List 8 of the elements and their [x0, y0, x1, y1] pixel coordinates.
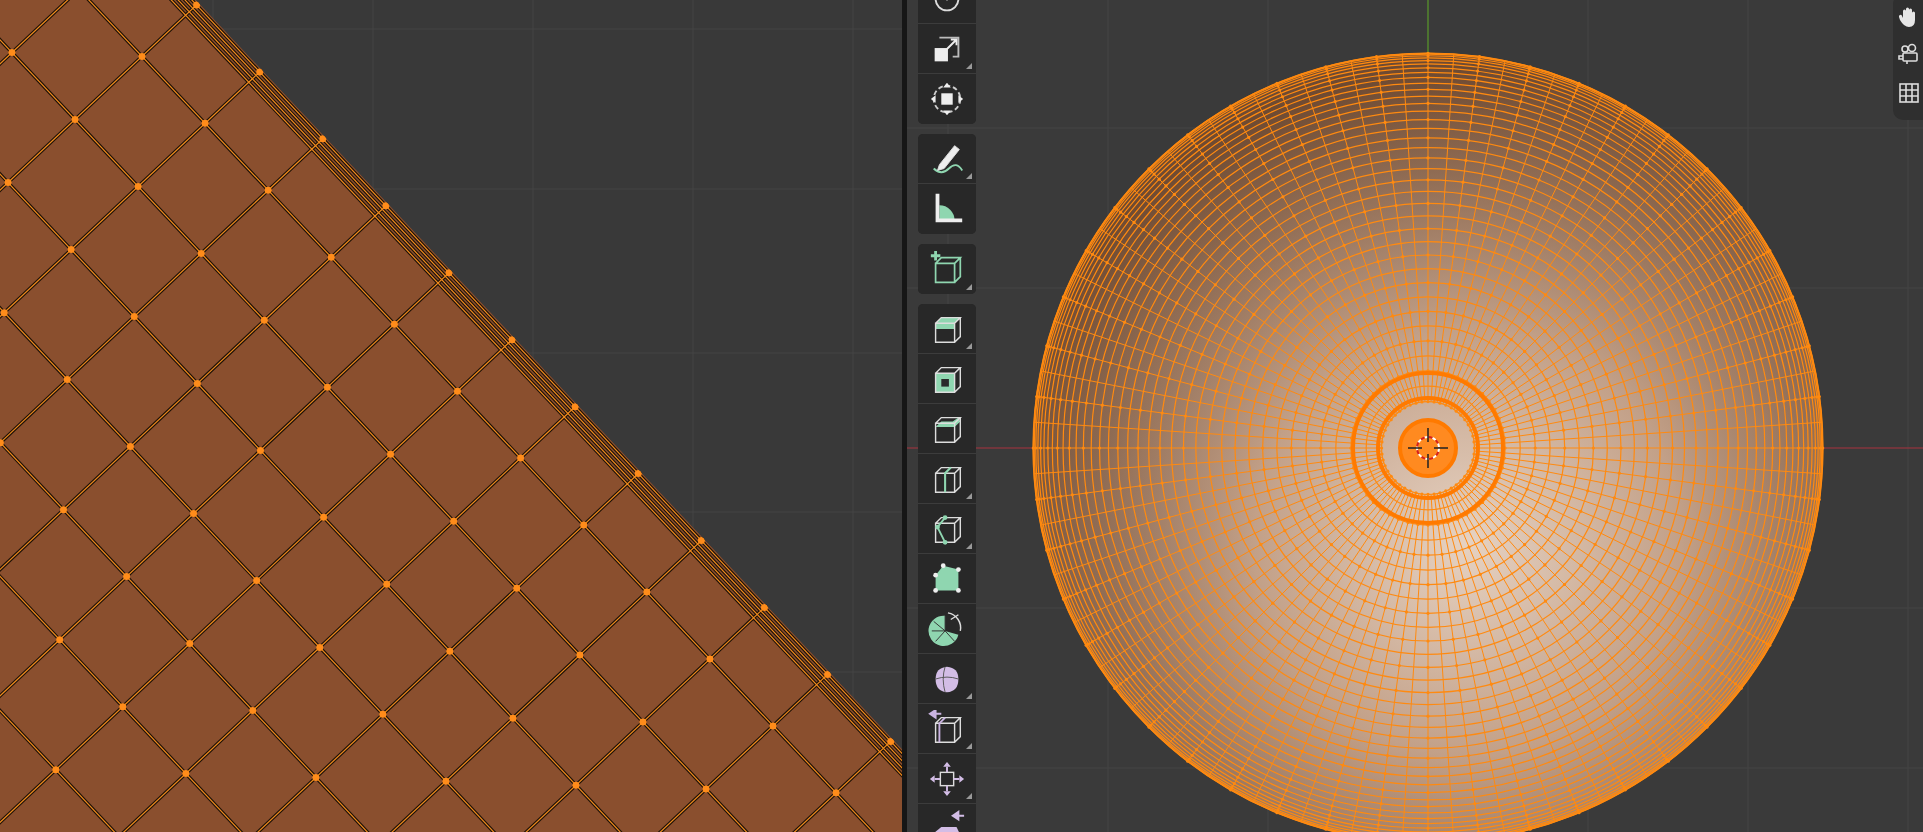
- tool-button[interactable]: [918, 304, 976, 354]
- move-arrows-icon: [928, 80, 966, 118]
- cursor-icon: [1407, 427, 1449, 469]
- tool-button[interactable]: [918, 134, 976, 184]
- y-axis-line: [1427, 0, 1429, 54]
- tool-button[interactable]: [918, 244, 976, 294]
- grid-icon: [1897, 81, 1921, 105]
- camera-icon: [1897, 43, 1921, 67]
